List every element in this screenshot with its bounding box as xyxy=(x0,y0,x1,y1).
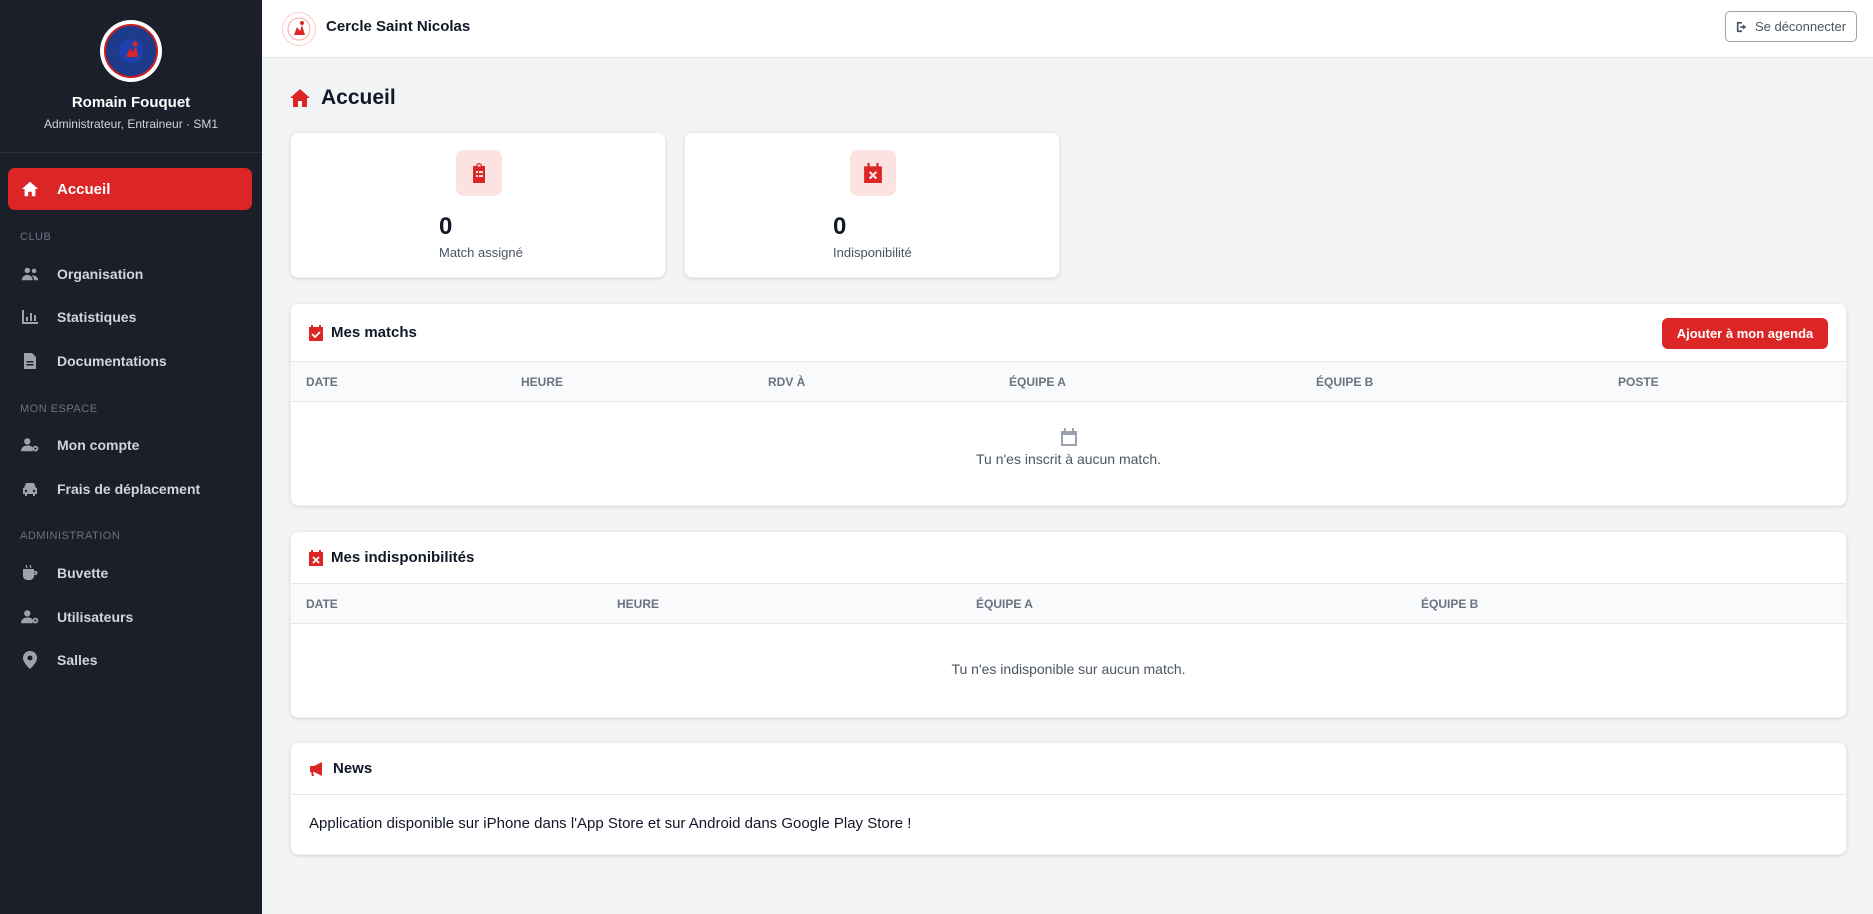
sidebar-item-frais-deplacement[interactable]: Frais de déplacement xyxy=(8,472,252,506)
column-header[interactable]: ÉQUIPE B xyxy=(1316,375,1373,389)
stat-card-matches: 0 Match assigné xyxy=(290,132,666,278)
user-gear-icon xyxy=(20,435,40,455)
sidebar-item-mon-compte[interactable]: Mon compte xyxy=(8,428,252,462)
home-icon xyxy=(290,89,310,107)
logout-icon xyxy=(1736,21,1747,32)
calendar-icon xyxy=(1060,428,1077,446)
matches-title: Mes matchs xyxy=(331,324,417,341)
sidebar-item-statistiques[interactable]: Statistiques xyxy=(8,300,252,334)
matches-empty-text: Tu n'es inscrit à aucun match. xyxy=(975,451,1161,467)
logout-button[interactable]: Se déconnecter xyxy=(1725,11,1857,42)
user-gear-icon xyxy=(20,607,40,627)
matches-empty-state: Tu n'es inscrit à aucun match. xyxy=(291,402,1846,467)
column-header[interactable]: ÉQUIPE B xyxy=(1421,597,1478,611)
unavailability-panel-header: Mes indisponibilités xyxy=(291,532,1846,584)
sidebar-item-organisation[interactable]: Organisation xyxy=(8,257,252,291)
sidebar-section-club: CLUB xyxy=(20,231,52,243)
home-icon xyxy=(20,179,40,199)
location-pin-icon xyxy=(20,650,40,670)
sidebar-item-salles[interactable]: Salles xyxy=(8,643,252,677)
unavailability-title: Mes indisponibilités xyxy=(331,549,475,566)
file-icon xyxy=(20,351,40,371)
topbar: Cercle Saint Nicolas Se déconnecter xyxy=(262,0,1873,58)
club-logo-icon xyxy=(104,24,158,78)
mug-icon xyxy=(20,563,40,583)
logout-label: Se déconnecter xyxy=(1754,19,1847,34)
stat-label: Match assigné xyxy=(439,245,523,260)
unavailability-empty-state: Tu n'es indisponible sur aucun match. xyxy=(291,624,1846,677)
news-panel-header: News xyxy=(291,743,1846,795)
club-name: Cercle Saint Nicolas xyxy=(326,18,471,35)
sidebar-item-label: Documentations xyxy=(57,353,167,369)
stat-label: Indisponibilité xyxy=(833,245,912,260)
megaphone-icon xyxy=(310,761,322,776)
profile-role: Administrateur, Entraineur · SM1 xyxy=(43,117,219,131)
chart-icon xyxy=(20,307,40,327)
unavailability-panel: Mes indisponibilités DATE HEURE ÉQUIPE A… xyxy=(290,531,1847,718)
sidebar: Romain Fouquet Administrateur, Entraineu… xyxy=(0,0,262,914)
matches-table-header: DATE HEURE RDV À ÉQUIPE A ÉQUIPE B POSTE xyxy=(291,362,1846,402)
stat-value: 0 xyxy=(833,213,847,240)
sidebar-item-label: Organisation xyxy=(57,266,144,282)
clipboard-list-icon xyxy=(456,150,502,196)
club-logo-icon[interactable] xyxy=(282,12,316,46)
column-header[interactable]: ÉQUIPE A xyxy=(976,597,1033,611)
sidebar-item-label: Statistiques xyxy=(57,309,137,325)
column-header[interactable]: DATE xyxy=(306,375,338,389)
column-header[interactable]: ÉQUIPE A xyxy=(1009,375,1066,389)
unavailability-empty-text: Tu n'es indisponible sur aucun match. xyxy=(951,661,1186,677)
page-title-block: Accueil xyxy=(289,86,396,110)
news-text: Application disponible sur iPhone dans l… xyxy=(309,815,912,832)
car-icon xyxy=(20,479,40,499)
column-header[interactable]: DATE xyxy=(306,597,338,611)
news-panel: News Application disponible sur iPhone d… xyxy=(290,742,1847,855)
sidebar-item-label: Salles xyxy=(57,652,98,668)
column-header[interactable]: HEURE xyxy=(617,597,659,611)
profile-block: Romain Fouquet Administrateur, Entraineu… xyxy=(0,0,262,153)
sidebar-item-buvette[interactable]: Buvette xyxy=(8,556,252,590)
calendar-x-icon xyxy=(309,549,323,566)
sidebar-item-label: Accueil xyxy=(57,180,111,198)
add-to-agenda-button[interactable]: Ajouter à mon agenda xyxy=(1662,318,1828,349)
sidebar-item-label: Utilisateurs xyxy=(57,609,134,625)
users-icon xyxy=(20,264,40,284)
profile-name: Romain Fouquet xyxy=(71,94,191,111)
column-header[interactable]: RDV À xyxy=(768,375,805,389)
sidebar-item-label: Buvette xyxy=(57,565,109,581)
matches-panel-header: Mes matchs Ajouter à mon agenda xyxy=(291,304,1846,362)
stat-value: 0 xyxy=(439,213,453,240)
sidebar-item-accueil[interactable]: Accueil xyxy=(8,168,252,210)
page-title: Accueil xyxy=(321,86,396,109)
sidebar-section-administration: ADMINISTRATION xyxy=(20,530,121,542)
calendar-check-icon xyxy=(309,324,323,341)
calendar-x-icon xyxy=(850,150,896,196)
sidebar-item-label: Frais de déplacement xyxy=(57,481,201,497)
unavailability-table-header: DATE HEURE ÉQUIPE A ÉQUIPE B xyxy=(291,584,1846,624)
sidebar-item-utilisateurs[interactable]: Utilisateurs xyxy=(8,600,252,634)
sidebar-item-label: Mon compte xyxy=(57,437,140,453)
column-header[interactable]: POSTE xyxy=(1618,375,1659,389)
avatar[interactable] xyxy=(100,20,162,82)
stat-card-unavailability: 0 Indisponibilité xyxy=(684,132,1060,278)
news-title: News xyxy=(333,760,373,777)
sidebar-item-documentations[interactable]: Documentations xyxy=(8,344,252,378)
column-header[interactable]: HEURE xyxy=(521,375,563,389)
sidebar-section-mon-espace: MON ESPACE xyxy=(20,403,98,415)
matches-panel: Mes matchs Ajouter à mon agenda DATE HEU… xyxy=(290,303,1847,506)
